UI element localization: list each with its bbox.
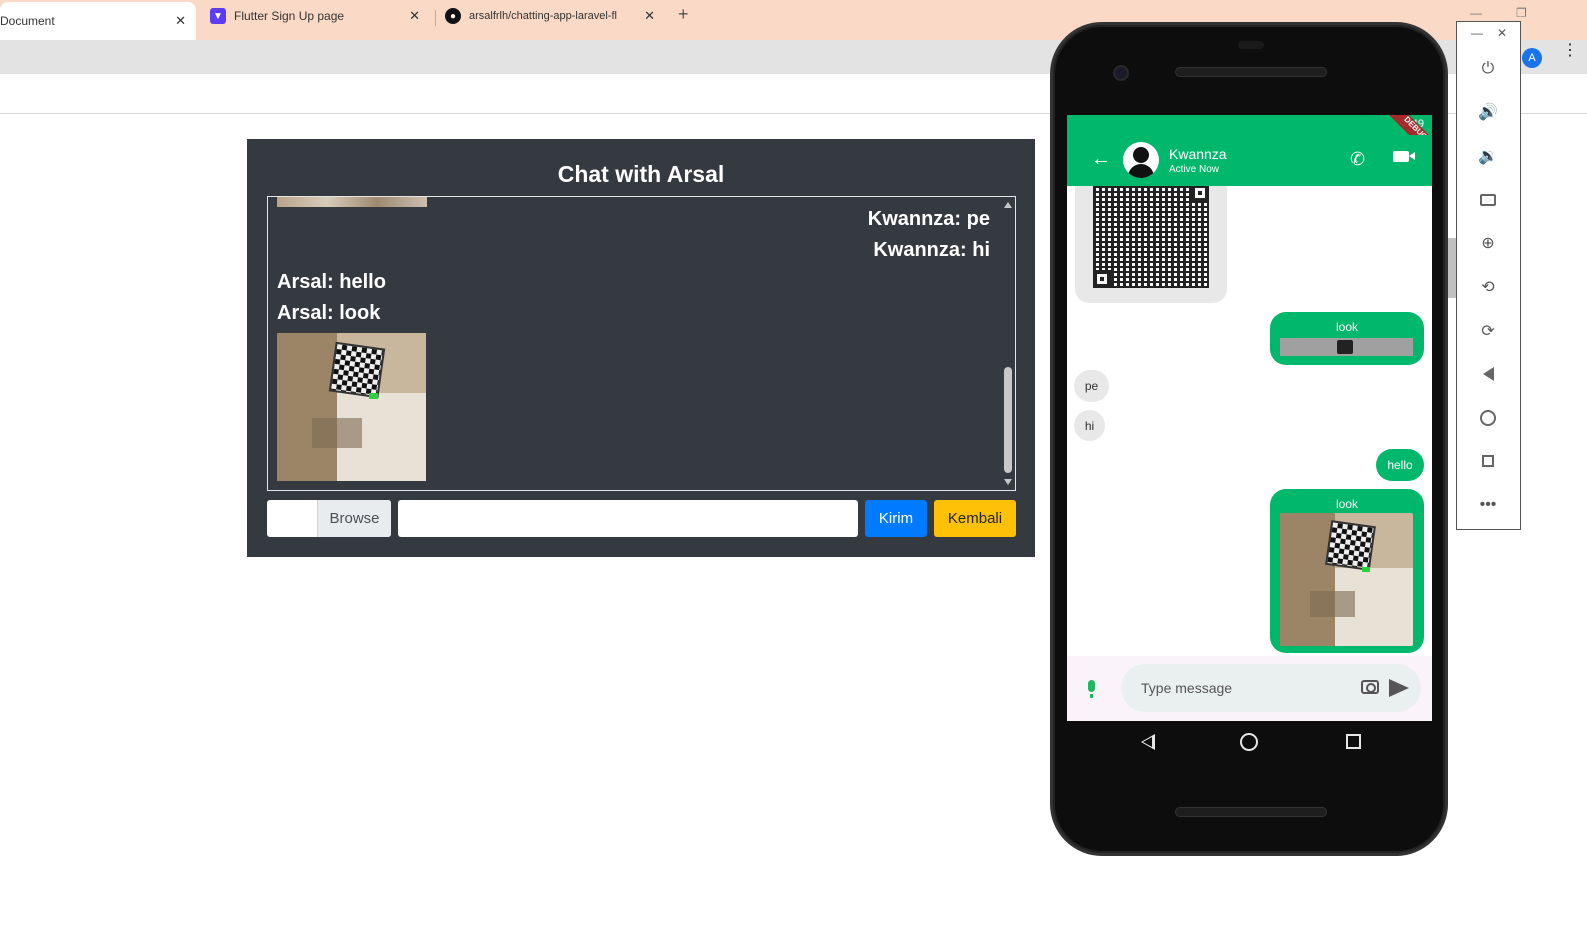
message-input-area: Type message	[1067, 656, 1432, 721]
scroll-thumb[interactable]	[1004, 367, 1012, 473]
chat-image-partial	[277, 197, 427, 207]
tab-flutter-sign-up[interactable]: ▼ Flutter Sign Up page ✕	[210, 0, 430, 32]
microphone-icon[interactable]	[1088, 680, 1095, 698]
new-tab-button[interactable]: +	[678, 4, 689, 25]
close-icon[interactable]: ✕	[409, 8, 420, 24]
back-icon[interactable]	[1477, 363, 1499, 385]
tab-document[interactable]: Document ✕	[0, 2, 196, 40]
tab-label: Document	[0, 14, 55, 28]
nav-home-icon[interactable]	[1240, 733, 1258, 751]
camera-icon[interactable]	[1477, 189, 1499, 211]
video-call-icon[interactable]	[1393, 151, 1415, 162]
message-bubble-received[interactable]: pe	[1074, 370, 1109, 402]
message-bubble-received[interactable]: hi	[1074, 410, 1105, 441]
more-icon[interactable]: •••	[1477, 494, 1499, 516]
overview-icon[interactable]	[1477, 450, 1499, 472]
flutter-flow-icon: ▼	[210, 8, 226, 24]
message-input[interactable]	[398, 500, 858, 537]
contact-name: Kwannza	[1169, 146, 1227, 162]
bubble-label: look	[1335, 497, 1358, 511]
minimize-icon[interactable]: —	[1470, 6, 1482, 20]
tab-label: arsalfrlh/chatting-app-laravel-fl	[469, 10, 617, 22]
rotate-right-icon[interactable]: ⟳	[1477, 320, 1499, 342]
phone-screen: 49 DEBUG ← Kwannza Active Now ✆	[1067, 115, 1432, 721]
message-bubble-sent[interactable]: look	[1270, 312, 1424, 365]
message-list[interactable]: look pe hi hello look	[1067, 186, 1432, 656]
nav-recents-icon[interactable]	[1346, 734, 1361, 749]
chat-app-bar: ← Kwannza Active Now ✆	[1067, 135, 1432, 186]
message-placeholder: Type message	[1141, 680, 1233, 696]
tab-label: Flutter Sign Up page	[234, 9, 345, 23]
contact-status: Active Now	[1169, 164, 1220, 175]
avatar	[1123, 142, 1159, 178]
minimize-icon[interactable]: —	[1471, 26, 1483, 40]
chat-image	[1280, 513, 1413, 646]
message-bubble-sent[interactable]: look	[1270, 489, 1424, 653]
android-nav-bar	[1067, 721, 1432, 763]
github-icon: ●	[445, 8, 461, 24]
chat-scrollbar[interactable]	[1001, 197, 1015, 490]
phone-call-icon[interactable]: ✆	[1350, 149, 1365, 170]
browse-button[interactable]: Browse	[317, 500, 391, 537]
scroll-down-arrow-icon[interactable]	[1004, 479, 1012, 485]
chat-message: Arsal: hello	[277, 271, 386, 293]
file-input[interactable]: Browse	[267, 500, 391, 537]
close-icon[interactable]: ✕	[644, 8, 655, 24]
qr-code-image	[1093, 186, 1209, 288]
tab-github-repo[interactable]: ● arsalfrlh/chatting-app-laravel-fl ✕	[445, 0, 665, 32]
emulator-toolbar: — ✕ ⏻ 🔊 🔉 ⊕ ⟲ ⟳ •••	[1456, 21, 1521, 530]
broken-image	[1280, 338, 1413, 356]
front-camera	[1113, 65, 1129, 81]
message-bubble-sent[interactable]: hello	[1376, 449, 1424, 481]
chat-messages-box[interactable]: Kwannza: pe Kwannza: hi Arsal: hello Ars…	[267, 196, 1016, 491]
screen-root: Document ✕ ▼ Flutter Sign Up page ✕ ● ar…	[0, 0, 1587, 951]
chat-message: Kwannza: hi	[873, 239, 990, 261]
restore-icon[interactable]: ❐	[1516, 6, 1527, 20]
chat-message: Arsal: look	[277, 302, 381, 324]
phone-emulator: 49 DEBUG ← Kwannza Active Now ✆	[1050, 22, 1448, 856]
back-button[interactable]: Kembali	[934, 500, 1016, 537]
broken-image-icon	[1337, 340, 1353, 354]
profile-avatar[interactable]: A	[1522, 48, 1542, 68]
phone-sensor	[1238, 41, 1264, 49]
message-field[interactable]: Type message	[1121, 664, 1421, 712]
tab-separator	[435, 10, 436, 26]
camera-icon[interactable]	[1361, 680, 1379, 694]
volume-up-icon[interactable]: 🔊	[1477, 101, 1499, 123]
close-icon[interactable]: ✕	[175, 13, 186, 29]
back-arrow-icon[interactable]: ←	[1091, 148, 1111, 171]
home-icon[interactable]	[1477, 407, 1499, 429]
qr-image-bubble	[1075, 186, 1227, 303]
zoom-icon[interactable]: ⊕	[1477, 232, 1499, 254]
chat-image	[277, 333, 426, 481]
nav-back-icon[interactable]	[1141, 734, 1155, 750]
rotate-left-icon[interactable]: ⟲	[1477, 276, 1499, 298]
chat-card: Chat with Arsal Kwannza: pe Kwannza: hi …	[247, 139, 1035, 557]
scroll-up-arrow-icon[interactable]	[1004, 202, 1012, 208]
page-title: Chat with Arsal	[557, 161, 725, 187]
volume-down-icon[interactable]: 🔉	[1477, 145, 1499, 167]
phone-speaker-bottom	[1175, 807, 1327, 817]
power-icon[interactable]: ⏻	[1477, 58, 1499, 80]
bubble-label: look	[1335, 320, 1358, 334]
status-bar: 49	[1067, 115, 1432, 135]
phone-speaker	[1175, 67, 1327, 77]
chat-message: Kwannza: pe	[867, 208, 990, 230]
menu-icon[interactable]: ⋮	[1562, 43, 1578, 59]
send-icon[interactable]	[1389, 679, 1409, 697]
send-button[interactable]: Kirim	[865, 500, 927, 537]
close-icon[interactable]: ✕	[1497, 26, 1507, 40]
